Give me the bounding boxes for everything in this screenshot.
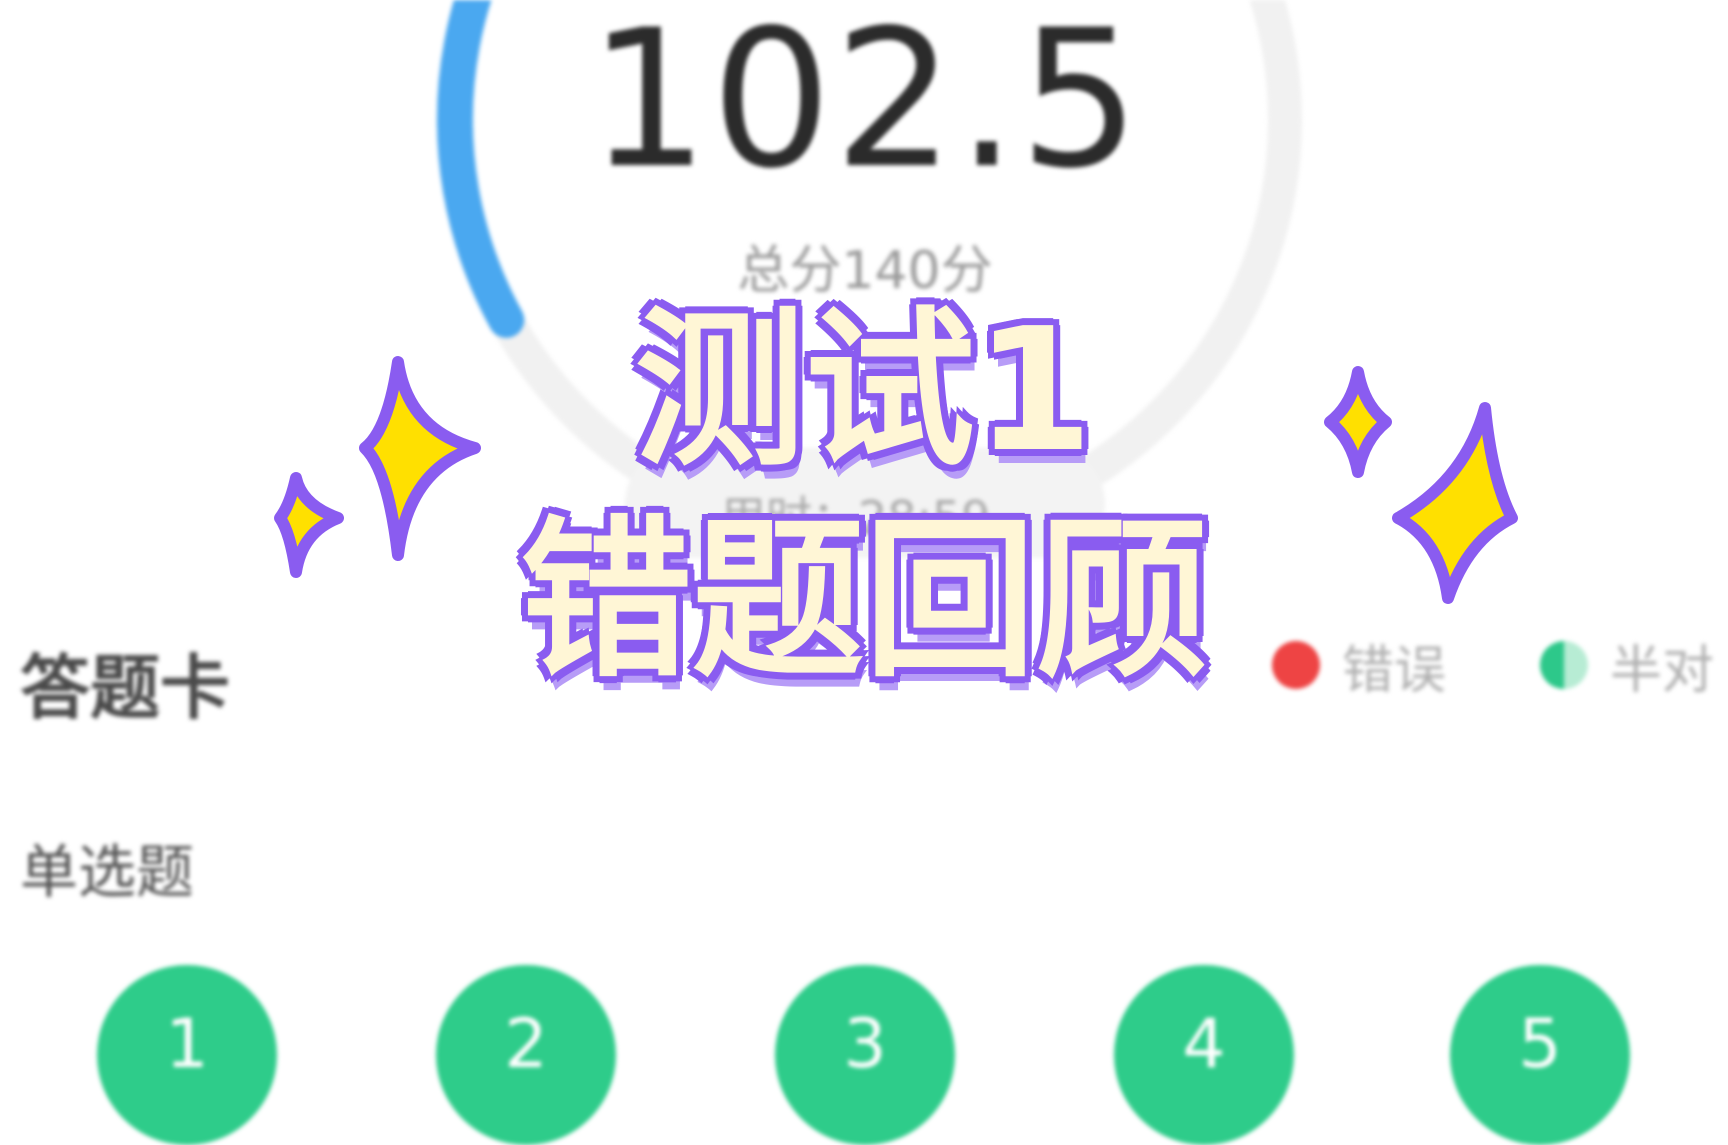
overlay-title-test: 测试1 — [634, 292, 1094, 490]
overlay-title-review: 错题回顾 — [520, 500, 1208, 701]
